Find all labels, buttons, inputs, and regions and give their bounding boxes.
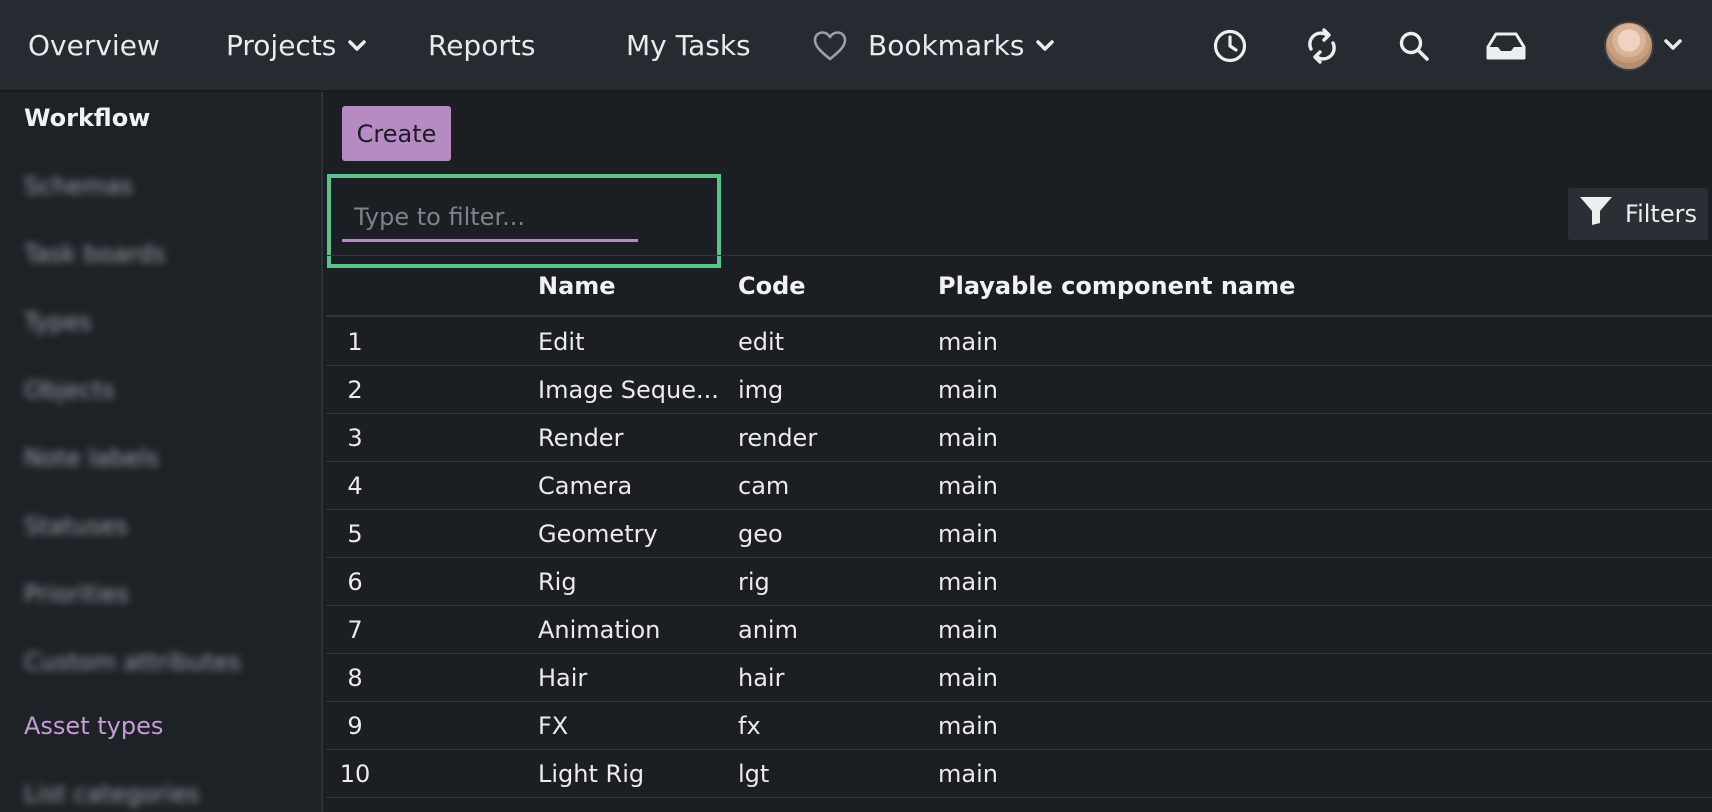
cell-playable-component: main <box>938 616 998 644</box>
table-row[interactable]: 7 Animation anim main <box>326 606 1712 654</box>
cell-playable-component: main <box>938 664 998 692</box>
column-header-name[interactable]: Name <box>538 256 616 317</box>
cell-name: Animation <box>538 616 661 644</box>
cell-name: Hair <box>538 664 588 692</box>
nav-reports[interactable]: Reports <box>428 0 535 91</box>
row-number: 8 <box>347 664 363 692</box>
row-number: 10 <box>339 760 371 788</box>
cell-code: fx <box>738 712 761 740</box>
sidebar-item-list-categories[interactable]: List categories <box>24 780 199 808</box>
cell-code: hair <box>738 664 785 692</box>
clock-icon[interactable] <box>1200 0 1260 91</box>
cell-name: Geometry <box>538 520 658 548</box>
nav-overview-label: Overview <box>28 29 160 62</box>
filters-button-label: Filters <box>1625 200 1697 228</box>
row-number: 1 <box>347 328 363 356</box>
create-button[interactable]: Create <box>342 106 451 161</box>
cell-name: Camera <box>538 472 633 500</box>
cell-code: render <box>738 424 818 452</box>
nav-reports-label: Reports <box>428 29 536 62</box>
cell-name: Rig <box>538 568 577 596</box>
sidebar-heading: Workflow <box>24 104 151 132</box>
avatar <box>1604 20 1654 71</box>
cell-code: cam <box>738 472 790 500</box>
cell-name: FX <box>538 712 569 740</box>
table-row[interactable]: 10 Light Rig lgt main <box>326 750 1712 798</box>
user-menu[interactable] <box>1604 0 1694 91</box>
table-row[interactable]: 5 Geometry geo main <box>326 510 1712 558</box>
nav-bookmarks[interactable]: Bookmarks <box>812 0 1055 91</box>
row-number: 6 <box>347 568 363 596</box>
cell-code: img <box>738 376 784 404</box>
cell-code: edit <box>738 328 785 356</box>
cell-playable-component: main <box>938 472 998 500</box>
row-number: 2 <box>347 376 363 404</box>
table-header: Name Code Playable component name <box>326 256 1712 317</box>
column-header-code[interactable]: Code <box>738 256 806 317</box>
chevron-down-icon <box>1664 36 1682 55</box>
row-number: 5 <box>347 520 363 548</box>
table-row[interactable]: 1 Edit edit main <box>326 318 1712 366</box>
sidebar-item-schemas[interactable]: Schemas <box>24 172 133 200</box>
sidebar-item-custom-attributes[interactable]: Custom attributes <box>24 648 241 676</box>
cell-code: geo <box>738 520 783 548</box>
cell-playable-component: main <box>938 760 998 788</box>
nav-overview[interactable]: Overview <box>28 0 160 91</box>
row-number: 9 <box>347 712 363 740</box>
row-number: 3 <box>347 424 363 452</box>
table-row[interactable]: 3 Render render main <box>326 414 1712 462</box>
sidebar-item-asset-types[interactable]: Asset types <box>24 712 163 740</box>
nav-bookmarks-label: Bookmarks <box>868 29 1025 62</box>
table-row[interactable]: 2 Image Seque... img main <box>326 366 1712 414</box>
cell-playable-component: main <box>938 424 998 452</box>
cell-name: Light Rig <box>538 760 645 788</box>
filters-button[interactable]: Filters <box>1568 188 1708 240</box>
filter-funnel-icon <box>1579 196 1613 232</box>
inbox-icon[interactable] <box>1476 0 1536 91</box>
sidebar-item-statuses[interactable]: Statuses <box>24 512 128 540</box>
cell-code: lgt <box>738 760 770 788</box>
sidebar-item-note-labels[interactable]: Note labels <box>24 444 159 472</box>
chevron-down-icon <box>1036 39 1055 52</box>
cell-playable-component: main <box>938 520 998 548</box>
table-row[interactable]: 6 Rig rig main <box>326 558 1712 606</box>
sidebar-item-types[interactable]: Types <box>24 308 92 336</box>
cell-name: Render <box>538 424 624 452</box>
nav-projects-label: Projects <box>226 29 337 62</box>
sync-icon[interactable] <box>1292 0 1352 91</box>
table-row[interactable]: 4 Camera cam main <box>326 462 1712 510</box>
search-icon[interactable] <box>1384 0 1444 91</box>
cell-name: Image Seque... <box>538 376 719 404</box>
sidebar-item-objects[interactable]: Objects <box>24 376 115 404</box>
nav-my-tasks-label: My Tasks <box>626 29 751 62</box>
chevron-down-icon <box>348 39 367 52</box>
sidebar-item-priorities[interactable]: Priorities <box>24 580 129 608</box>
cell-playable-component: main <box>938 376 998 404</box>
top-navigation-bar: Overview Projects Reports My Tasks Bookm… <box>0 0 1712 91</box>
column-header-playable-component[interactable]: Playable component name <box>938 256 1295 317</box>
row-number: 4 <box>347 472 363 500</box>
table-row[interactable]: 9 FX fx main <box>326 702 1712 750</box>
cell-code: anim <box>738 616 798 644</box>
nav-my-tasks[interactable]: My Tasks <box>626 0 751 91</box>
row-number: 7 <box>347 616 363 644</box>
cell-playable-component: main <box>938 328 998 356</box>
cell-name: Edit <box>538 328 585 356</box>
table-row[interactable]: 8 Hair hair main <box>326 654 1712 702</box>
cell-playable-component: main <box>938 712 998 740</box>
filter-input[interactable] <box>342 194 638 242</box>
cell-playable-component: main <box>938 568 998 596</box>
nav-projects[interactable]: Projects <box>226 0 367 91</box>
sidebar-item-task-boards[interactable]: Task boards <box>24 240 165 268</box>
heart-icon <box>812 30 848 62</box>
cell-code: rig <box>738 568 770 596</box>
